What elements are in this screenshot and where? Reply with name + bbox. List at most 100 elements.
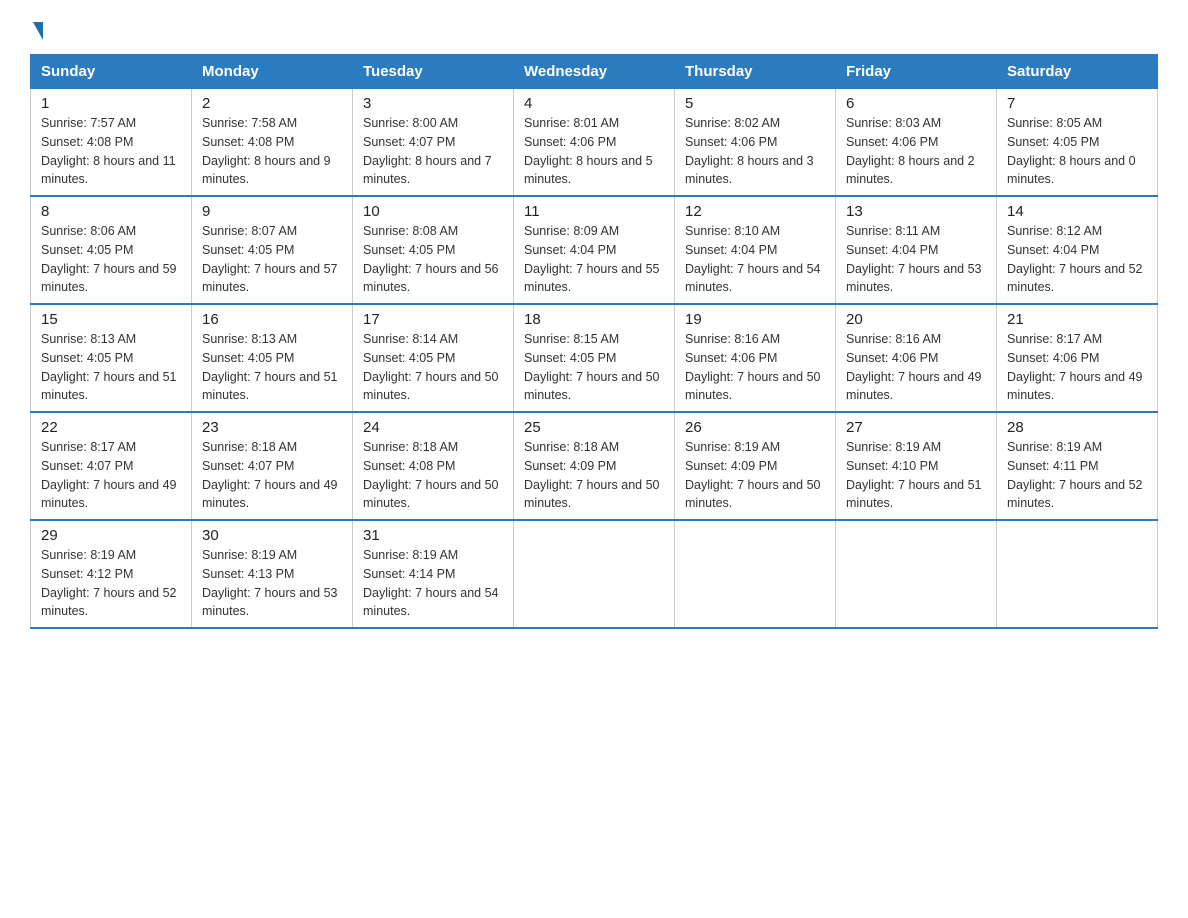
day-detail: Sunrise: 8:13 AMSunset: 4:05 PMDaylight:… xyxy=(41,332,177,402)
day-number: 16 xyxy=(202,311,342,328)
day-number: 10 xyxy=(363,203,503,220)
calendar-cell: 2 Sunrise: 7:58 AMSunset: 4:08 PMDaylight… xyxy=(192,89,353,197)
calendar-cell xyxy=(675,520,836,628)
calendar-cell xyxy=(836,520,997,628)
day-number: 28 xyxy=(1007,419,1147,436)
calendar-cell: 3 Sunrise: 8:00 AMSunset: 4:07 PMDaylight… xyxy=(353,89,514,197)
calendar-cell: 18 Sunrise: 8:15 AMSunset: 4:05 PMDayligh… xyxy=(514,304,675,412)
day-detail: Sunrise: 8:13 AMSunset: 4:05 PMDaylight:… xyxy=(202,332,338,402)
day-number: 3 xyxy=(363,95,503,112)
day-detail: Sunrise: 8:17 AMSunset: 4:07 PMDaylight:… xyxy=(41,440,177,510)
day-number: 2 xyxy=(202,95,342,112)
day-number: 20 xyxy=(846,311,986,328)
calendar-week-row: 8 Sunrise: 8:06 AMSunset: 4:05 PMDaylight… xyxy=(31,196,1158,304)
day-number: 21 xyxy=(1007,311,1147,328)
day-number: 31 xyxy=(363,527,503,544)
calendar-cell: 16 Sunrise: 8:13 AMSunset: 4:05 PMDayligh… xyxy=(192,304,353,412)
day-number: 4 xyxy=(524,95,664,112)
calendar-cell: 25Sunrise: 8:18 AMSunset: 4:09 PMDayligh… xyxy=(514,412,675,520)
day-detail: Sunrise: 8:16 AMSunset: 4:06 PMDaylight:… xyxy=(846,332,982,402)
calendar-cell: 30Sunrise: 8:19 AMSunset: 4:13 PMDayligh… xyxy=(192,520,353,628)
day-detail: Sunrise: 8:18 AMSunset: 4:07 PMDaylight:… xyxy=(202,440,338,510)
day-number: 29 xyxy=(41,527,181,544)
calendar-cell: 19 Sunrise: 8:16 AMSunset: 4:06 PMDayligh… xyxy=(675,304,836,412)
calendar-cell: 24 Sunrise: 8:18 AMSunset: 4:08 PMDayligh… xyxy=(353,412,514,520)
day-number: 8 xyxy=(41,203,181,220)
day-number: 5 xyxy=(685,95,825,112)
day-number: 19 xyxy=(685,311,825,328)
calendar-table: SundayMondayTuesdayWednesdayThursdayFrid… xyxy=(30,54,1158,629)
calendar-cell: 29 Sunrise: 8:19 AMSunset: 4:12 PMDayligh… xyxy=(31,520,192,628)
calendar-cell: 11 Sunrise: 8:09 AMSunset: 4:04 PMDayligh… xyxy=(514,196,675,304)
calendar-cell: 12Sunrise: 8:10 AMSunset: 4:04 PMDayligh… xyxy=(675,196,836,304)
day-number: 17 xyxy=(363,311,503,328)
day-detail: Sunrise: 8:00 AMSunset: 4:07 PMDaylight:… xyxy=(363,116,492,186)
calendar-cell: 6 Sunrise: 8:03 AMSunset: 4:06 PMDaylight… xyxy=(836,89,997,197)
day-detail: Sunrise: 8:19 AMSunset: 4:13 PMDaylight:… xyxy=(202,548,338,618)
header-tuesday: Tuesday xyxy=(353,55,514,89)
day-detail: Sunrise: 8:19 AMSunset: 4:12 PMDaylight:… xyxy=(41,548,177,618)
calendar-cell: 14 Sunrise: 8:12 AMSunset: 4:04 PMDayligh… xyxy=(997,196,1158,304)
calendar-cell: 31 Sunrise: 8:19 AMSunset: 4:14 PMDayligh… xyxy=(353,520,514,628)
header-friday: Friday xyxy=(836,55,997,89)
calendar-cell: 15 Sunrise: 8:13 AMSunset: 4:05 PMDayligh… xyxy=(31,304,192,412)
calendar-cell: 20 Sunrise: 8:16 AMSunset: 4:06 PMDayligh… xyxy=(836,304,997,412)
calendar-cell: 13 Sunrise: 8:11 AMSunset: 4:04 PMDayligh… xyxy=(836,196,997,304)
calendar-cell xyxy=(514,520,675,628)
calendar-cell: 5 Sunrise: 8:02 AMSunset: 4:06 PMDaylight… xyxy=(675,89,836,197)
day-detail: Sunrise: 8:19 AMSunset: 4:10 PMDaylight:… xyxy=(846,440,982,510)
day-number: 15 xyxy=(41,311,181,328)
day-number: 26 xyxy=(685,419,825,436)
day-detail: Sunrise: 8:02 AMSunset: 4:06 PMDaylight:… xyxy=(685,116,814,186)
day-number: 18 xyxy=(524,311,664,328)
calendar-cell: 1 Sunrise: 7:57 AMSunset: 4:08 PMDaylight… xyxy=(31,89,192,197)
day-detail: Sunrise: 8:12 AMSunset: 4:04 PMDaylight:… xyxy=(1007,224,1143,294)
day-number: 11 xyxy=(524,203,664,220)
day-number: 22 xyxy=(41,419,181,436)
calendar-cell: 26 Sunrise: 8:19 AMSunset: 4:09 PMDayligh… xyxy=(675,412,836,520)
calendar-cell: 9Sunrise: 8:07 AMSunset: 4:05 PMDaylight… xyxy=(192,196,353,304)
day-number: 23 xyxy=(202,419,342,436)
day-number: 25 xyxy=(524,419,664,436)
calendar-cell: 21 Sunrise: 8:17 AMSunset: 4:06 PMDayligh… xyxy=(997,304,1158,412)
day-number: 27 xyxy=(846,419,986,436)
day-detail: Sunrise: 7:57 AMSunset: 4:08 PMDaylight:… xyxy=(41,116,176,186)
calendar-cell: 23 Sunrise: 8:18 AMSunset: 4:07 PMDayligh… xyxy=(192,412,353,520)
day-detail: Sunrise: 7:58 AMSunset: 4:08 PMDaylight:… xyxy=(202,116,331,186)
header-sunday: Sunday xyxy=(31,55,192,89)
day-number: 1 xyxy=(41,95,181,112)
day-detail: Sunrise: 8:06 AMSunset: 4:05 PMDaylight:… xyxy=(41,224,177,294)
day-number: 24 xyxy=(363,419,503,436)
day-detail: Sunrise: 8:16 AMSunset: 4:06 PMDaylight:… xyxy=(685,332,821,402)
calendar-cell: 8 Sunrise: 8:06 AMSunset: 4:05 PMDaylight… xyxy=(31,196,192,304)
day-detail: Sunrise: 8:05 AMSunset: 4:05 PMDaylight:… xyxy=(1007,116,1136,186)
calendar-cell: 27 Sunrise: 8:19 AMSunset: 4:10 PMDayligh… xyxy=(836,412,997,520)
day-detail: Sunrise: 8:15 AMSunset: 4:05 PMDaylight:… xyxy=(524,332,660,402)
calendar-cell xyxy=(997,520,1158,628)
calendar-week-row: 1 Sunrise: 7:57 AMSunset: 4:08 PMDaylight… xyxy=(31,89,1158,197)
day-number: 7 xyxy=(1007,95,1147,112)
day-detail: Sunrise: 8:19 AMSunset: 4:09 PMDaylight:… xyxy=(685,440,821,510)
day-detail: Sunrise: 8:18 AMSunset: 4:08 PMDaylight:… xyxy=(363,440,499,510)
header-thursday: Thursday xyxy=(675,55,836,89)
day-detail: Sunrise: 8:19 AMSunset: 4:14 PMDaylight:… xyxy=(363,548,499,618)
day-number: 12 xyxy=(685,203,825,220)
day-detail: Sunrise: 8:11 AMSunset: 4:04 PMDaylight:… xyxy=(846,224,982,294)
day-detail: Sunrise: 8:07 AMSunset: 4:05 PMDaylight:… xyxy=(202,224,338,294)
header-saturday: Saturday xyxy=(997,55,1158,89)
day-number: 13 xyxy=(846,203,986,220)
day-detail: Sunrise: 8:09 AMSunset: 4:04 PMDaylight:… xyxy=(524,224,660,294)
calendar-cell: 10 Sunrise: 8:08 AMSunset: 4:05 PMDayligh… xyxy=(353,196,514,304)
day-detail: Sunrise: 8:08 AMSunset: 4:05 PMDaylight:… xyxy=(363,224,499,294)
day-detail: Sunrise: 8:03 AMSunset: 4:06 PMDaylight:… xyxy=(846,116,975,186)
day-detail: Sunrise: 8:17 AMSunset: 4:06 PMDaylight:… xyxy=(1007,332,1143,402)
logo xyxy=(30,20,43,36)
day-number: 14 xyxy=(1007,203,1147,220)
day-detail: Sunrise: 8:19 AMSunset: 4:11 PMDaylight:… xyxy=(1007,440,1143,510)
header-monday: Monday xyxy=(192,55,353,89)
calendar-cell: 28 Sunrise: 8:19 AMSunset: 4:11 PMDayligh… xyxy=(997,412,1158,520)
day-number: 6 xyxy=(846,95,986,112)
calendar-cell: 17 Sunrise: 8:14 AMSunset: 4:05 PMDayligh… xyxy=(353,304,514,412)
day-detail: Sunrise: 8:14 AMSunset: 4:05 PMDaylight:… xyxy=(363,332,499,402)
calendar-cell: 4Sunrise: 8:01 AMSunset: 4:06 PMDaylight… xyxy=(514,89,675,197)
